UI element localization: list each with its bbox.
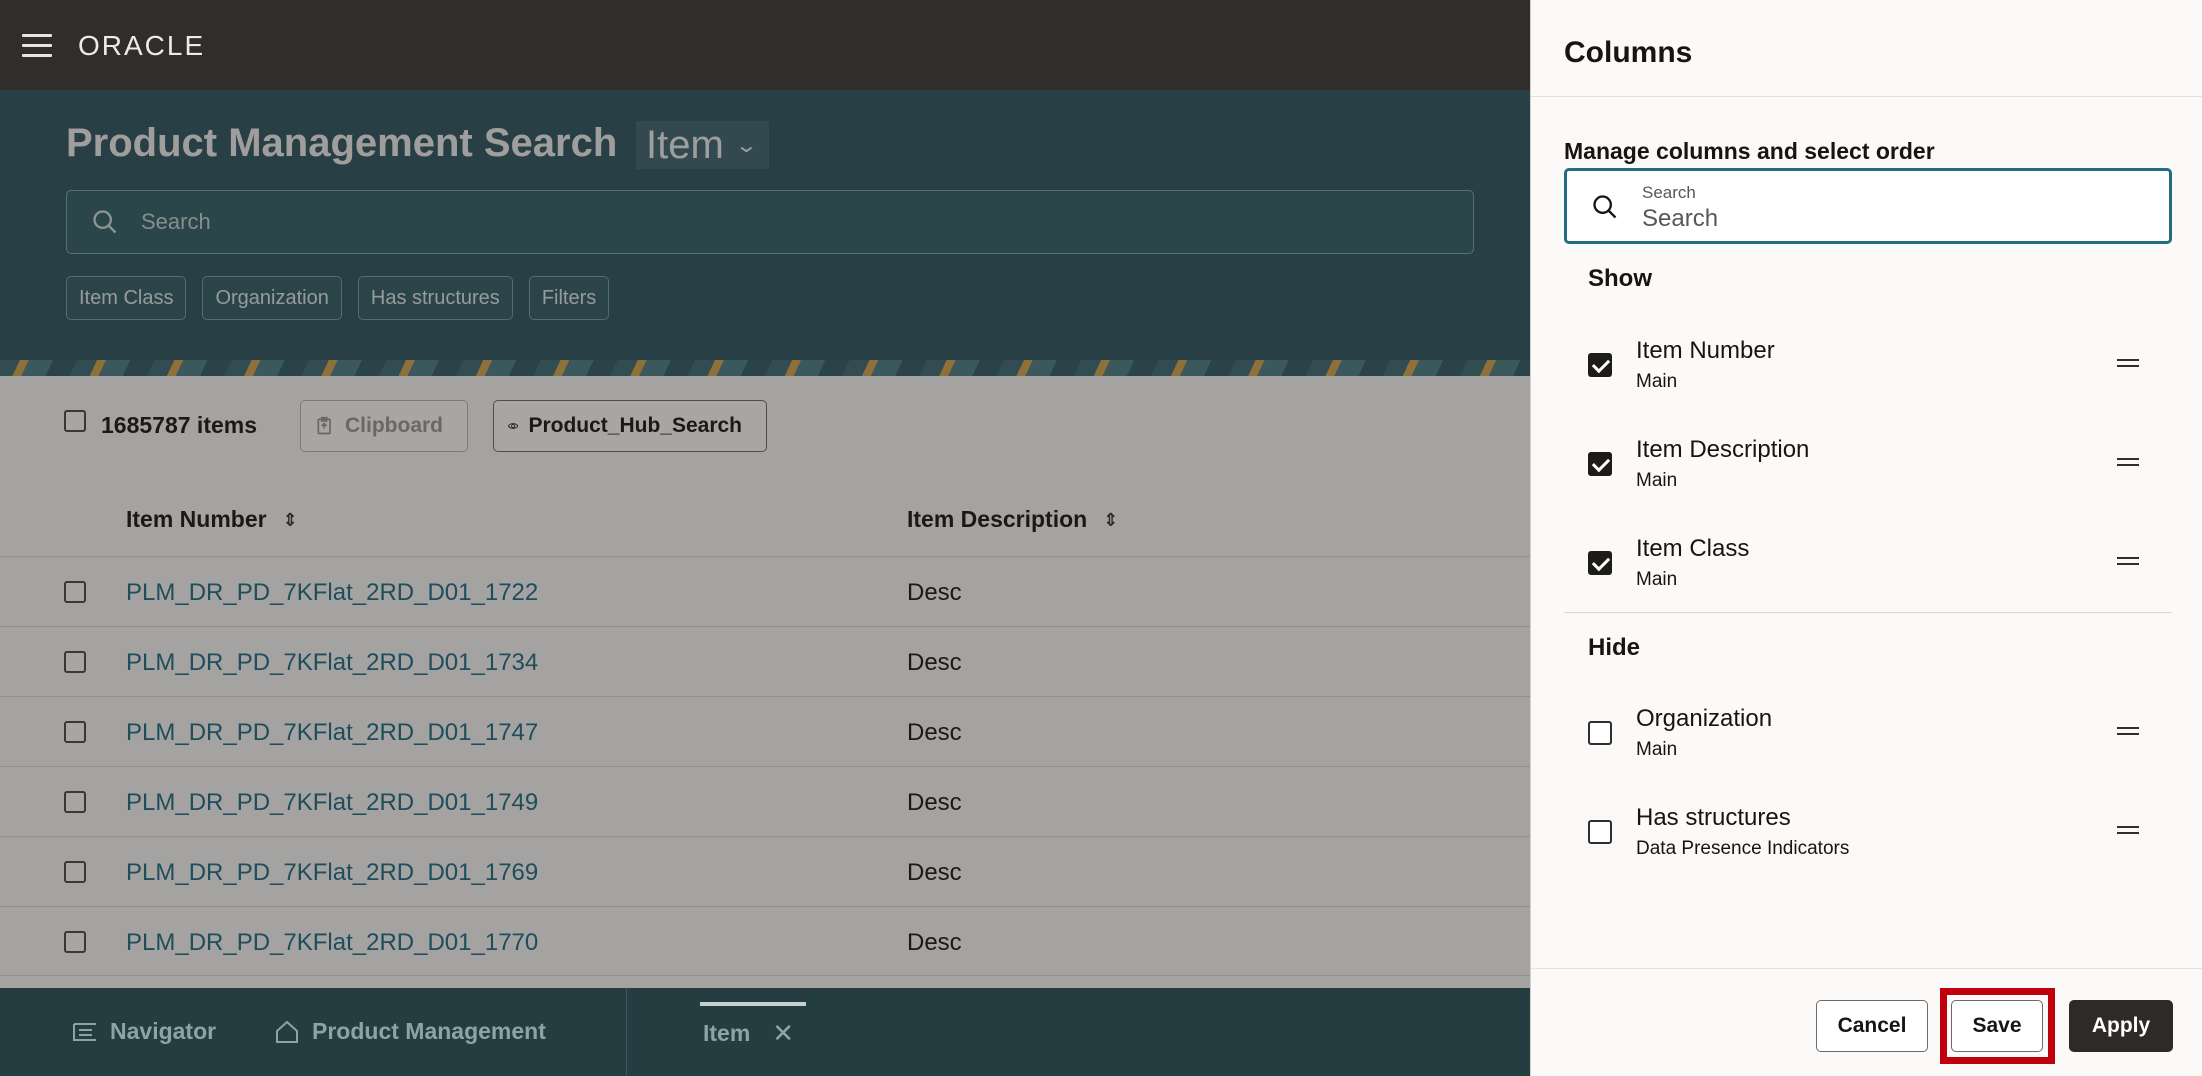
navigator-icon — [73, 1022, 96, 1041]
column-checkbox[interactable] — [1588, 721, 1612, 745]
drag-handle-icon[interactable] — [2117, 727, 2139, 735]
column-group: Main — [1636, 371, 1678, 392]
oracle-logo: ORACLE — [78, 30, 206, 61]
column-group: Main — [1636, 470, 1678, 491]
save-button[interactable]: Save — [1951, 1000, 2043, 1052]
nav-divider — [626, 988, 627, 1076]
column-item-organization: Organization Main — [1564, 693, 2172, 773]
hide-heading: Hide — [1588, 634, 1641, 661]
column-search-input[interactable] — [1642, 205, 2142, 233]
column-item-has-structures: Has structures Data Presence Indicators — [1564, 792, 2172, 872]
column-item-item-number: Item Number Main — [1564, 325, 2172, 405]
divider — [1531, 96, 2202, 97]
panel-title: Columns — [1564, 36, 1693, 69]
panel-subtitle: Manage columns and select order — [1564, 138, 1935, 164]
navigator-label: Navigator — [110, 1018, 217, 1044]
show-heading: Show — [1588, 265, 1652, 292]
drag-handle-icon[interactable] — [2117, 557, 2139, 565]
column-group: Main — [1636, 569, 1678, 590]
divider — [1564, 612, 2172, 613]
cancel-button[interactable]: Cancel — [1816, 1000, 1928, 1052]
drag-handle-icon[interactable] — [2117, 826, 2139, 834]
navigator-button[interactable]: Navigator — [72, 1018, 216, 1045]
hamburger-menu-icon[interactable] — [22, 34, 52, 58]
column-checkbox[interactable] — [1588, 353, 1612, 377]
tab-item[interactable]: Item ✕ — [703, 1018, 794, 1049]
column-name: Organization — [1636, 705, 1773, 732]
column-checkbox[interactable] — [1588, 452, 1612, 476]
column-checkbox[interactable] — [1588, 551, 1612, 575]
search-icon — [1593, 195, 1617, 219]
column-search-label: Search — [1642, 183, 1696, 202]
column-search-field[interactable]: Search — [1564, 168, 2172, 244]
column-item-item-class: Item Class Main — [1564, 523, 2172, 603]
home-icon — [276, 1020, 298, 1043]
columns-panel: Columns Manage columns and select order … — [1530, 0, 2202, 1076]
column-group: Main — [1636, 739, 1678, 760]
apply-button[interactable]: Apply — [2069, 1000, 2173, 1052]
drag-handle-icon[interactable] — [2117, 458, 2139, 466]
modal-scrim[interactable] — [0, 90, 1530, 988]
product-management-label: Product Management — [312, 1018, 546, 1044]
column-group: Data Presence Indicators — [1636, 838, 1850, 859]
divider — [1531, 968, 2202, 969]
column-name: Item Description — [1636, 436, 1810, 463]
column-name: Has structures — [1636, 804, 1791, 831]
active-tab-indicator — [700, 1002, 806, 1006]
close-icon[interactable]: ✕ — [772, 1018, 794, 1049]
drag-handle-icon[interactable] — [2117, 359, 2139, 367]
column-item-item-description: Item Description Main — [1564, 424, 2172, 504]
column-name: Item Number — [1636, 337, 1775, 364]
column-checkbox[interactable] — [1588, 820, 1612, 844]
column-name: Item Class — [1636, 535, 1750, 562]
tab-item-label: Item — [703, 1020, 751, 1046]
product-management-button[interactable]: Product Management — [274, 1018, 546, 1045]
